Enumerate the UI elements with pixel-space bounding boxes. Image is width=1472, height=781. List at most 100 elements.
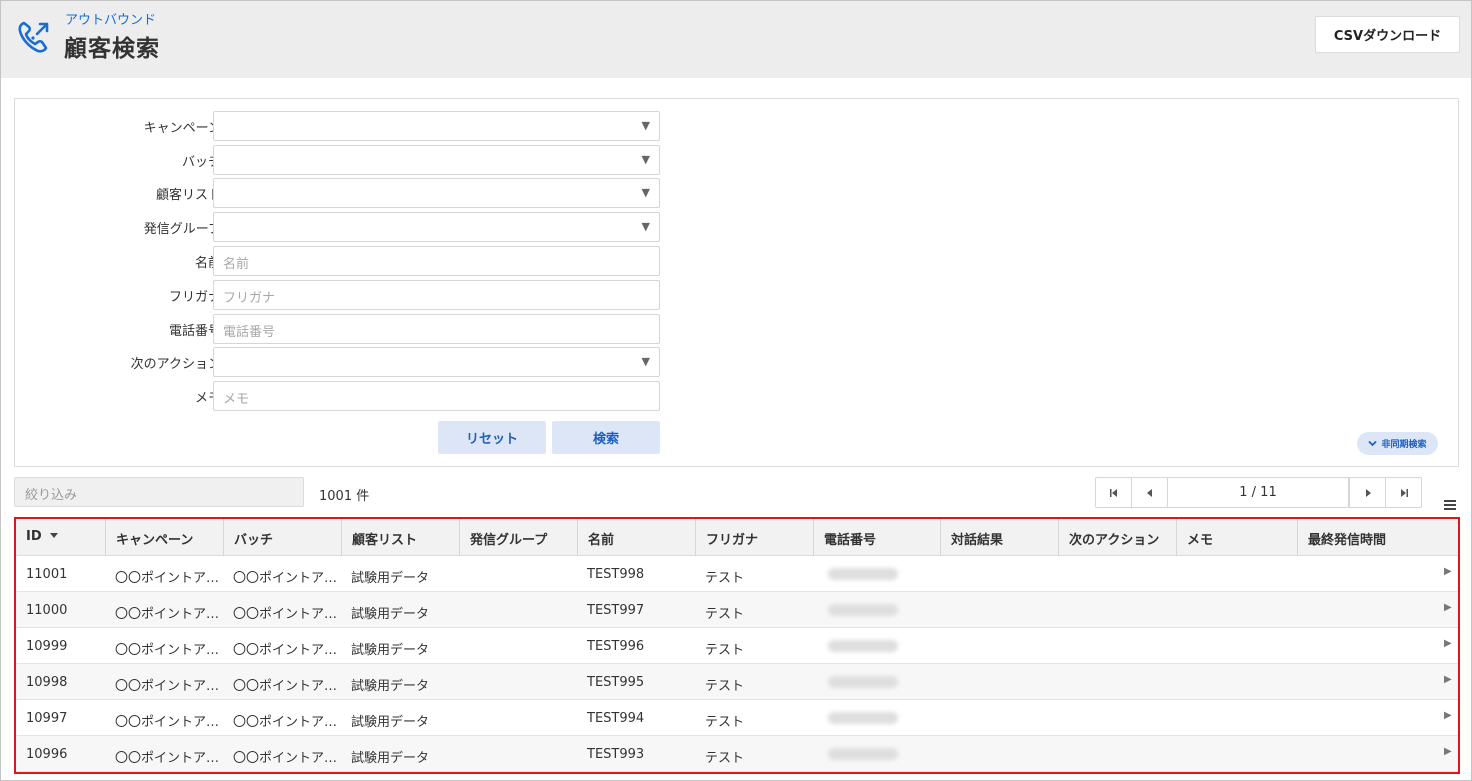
form-row-furigana: フリガナ フリガナ	[15, 280, 675, 310]
call-group-select[interactable]: ▼	[213, 212, 660, 242]
column-header-campaign[interactable]: キャンペーン	[105, 519, 223, 556]
cell-phone-redacted	[828, 748, 898, 760]
table-header: ID キャンペーン バッチ 顧客リスト 発信グループ 名前 フリガナ 電話番号 …	[16, 519, 1458, 556]
dropdown-caret-icon: ▼	[641, 186, 650, 199]
cell-campaign: 〇〇ポイントア…	[115, 679, 220, 694]
batch-select[interactable]: ▼	[213, 145, 660, 175]
cell-campaign: 〇〇ポイントア…	[115, 643, 220, 658]
column-header-next-action[interactable]: 次のアクション	[1058, 519, 1176, 556]
last-page-button[interactable]	[1385, 478, 1421, 507]
async-search-toggle[interactable]: 非同期検索	[1357, 432, 1438, 455]
campaign-select[interactable]: ▼	[213, 111, 660, 141]
column-header-phone[interactable]: 電話番号	[813, 519, 940, 556]
cell-name: TEST998	[587, 567, 645, 582]
cell-batch: 〇〇ポイントア…	[233, 751, 338, 766]
filter-input[interactable]: 絞り込み	[14, 477, 304, 507]
customer-list-select[interactable]: ▼	[213, 178, 660, 208]
table-row[interactable]: 10996 〇〇ポイントア… 〇〇ポイントア… 試験用データ TEST993 テ…	[16, 736, 1458, 772]
cell-furigana: テスト	[705, 715, 745, 730]
cell-id: 10996	[26, 747, 68, 762]
furigana-input[interactable]: フリガナ	[213, 280, 660, 310]
page-subtitle: アウトバウンド	[65, 13, 157, 28]
page-title: 顧客検索	[64, 36, 160, 62]
next-page-button[interactable]	[1349, 478, 1385, 507]
first-page-icon	[1109, 488, 1117, 497]
reset-button[interactable]: リセット	[438, 421, 546, 454]
cell-batch: 〇〇ポイントア…	[233, 607, 338, 622]
cell-name: TEST995	[587, 675, 645, 690]
async-search-label: 非同期検索	[1381, 440, 1427, 450]
row-expand-icon[interactable]: ▶	[1444, 602, 1452, 613]
form-row-phone: 電話番号 電話番号	[15, 314, 675, 344]
cell-furigana: テスト	[705, 679, 745, 694]
input-placeholder: 名前	[223, 257, 250, 272]
column-header-name[interactable]: 名前	[577, 519, 695, 556]
field-label: 次のアクション	[130, 357, 221, 372]
pagination: 1 / 11	[1095, 477, 1422, 508]
next-action-select[interactable]: ▼	[213, 347, 660, 377]
form-row-memo: メモ メモ	[15, 381, 675, 411]
cell-phone-redacted	[828, 676, 898, 688]
cell-customer-list: 試験用データ	[351, 715, 430, 730]
row-expand-icon[interactable]: ▶	[1444, 566, 1452, 577]
cell-customer-list: 試験用データ	[351, 607, 430, 622]
column-menu-icon[interactable]	[1444, 500, 1456, 512]
column-header-memo[interactable]: メモ	[1176, 519, 1297, 556]
next-page-icon	[1365, 488, 1371, 497]
row-expand-icon[interactable]: ▶	[1444, 638, 1452, 649]
table-row[interactable]: 10997 〇〇ポイントア… 〇〇ポイントア… 試験用データ TEST994 テ…	[16, 700, 1458, 736]
column-header-call-result[interactable]: 対話結果	[940, 519, 1058, 556]
cell-campaign: 〇〇ポイントア…	[115, 751, 220, 766]
cell-customer-list: 試験用データ	[351, 751, 430, 766]
input-placeholder: 電話番号	[223, 325, 276, 340]
cell-furigana: テスト	[705, 643, 745, 658]
row-expand-icon[interactable]: ▶	[1444, 746, 1452, 757]
phone-input[interactable]: 電話番号	[213, 314, 660, 344]
cell-id: 10998	[26, 675, 68, 690]
form-row-batch: バッチ ▼	[15, 145, 675, 175]
phone-outbound-icon	[18, 21, 49, 53]
dropdown-caret-icon: ▼	[641, 355, 650, 368]
column-header-last-call-time[interactable]: 最終発信時間	[1297, 519, 1458, 556]
cell-campaign: 〇〇ポイントア…	[115, 607, 220, 622]
field-label: キャンペーン	[143, 121, 221, 136]
first-page-button[interactable]	[1096, 478, 1132, 507]
column-header-batch[interactable]: バッチ	[223, 519, 341, 556]
cell-name: TEST997	[587, 603, 645, 618]
memo-input[interactable]: メモ	[213, 381, 660, 411]
cell-customer-list: 試験用データ	[351, 571, 430, 586]
column-header-id[interactable]: ID	[16, 519, 105, 556]
csv-download-button[interactable]: CSVダウンロード	[1315, 16, 1460, 53]
prev-page-button[interactable]	[1132, 478, 1168, 507]
name-input[interactable]: 名前	[213, 246, 660, 276]
column-header-furigana[interactable]: フリガナ	[695, 519, 813, 556]
input-placeholder: メモ	[223, 392, 250, 407]
dropdown-caret-icon: ▼	[641, 220, 650, 233]
table-row[interactable]: 11001 〇〇ポイントア… 〇〇ポイントア… 試験用データ TEST998 テ…	[16, 556, 1458, 592]
dropdown-caret-icon: ▼	[641, 153, 650, 166]
cell-batch: 〇〇ポイントア…	[233, 643, 338, 658]
table-row[interactable]: 11000 〇〇ポイントア… 〇〇ポイントア… 試験用データ TEST997 テ…	[16, 592, 1458, 628]
dropdown-caret-icon: ▼	[641, 119, 650, 132]
cell-id: 11001	[26, 567, 68, 582]
input-placeholder: フリガナ	[223, 291, 276, 306]
cell-furigana: テスト	[705, 751, 745, 766]
cell-batch: 〇〇ポイントア…	[233, 571, 338, 586]
last-page-icon	[1400, 488, 1408, 497]
cell-campaign: 〇〇ポイントア…	[115, 715, 220, 730]
column-header-customer-list[interactable]: 顧客リスト	[341, 519, 459, 556]
row-expand-icon[interactable]: ▶	[1444, 710, 1452, 721]
cell-furigana: テスト	[705, 571, 745, 586]
table-row[interactable]: 10998 〇〇ポイントア… 〇〇ポイントア… 試験用データ TEST995 テ…	[16, 664, 1458, 700]
cell-phone-redacted	[828, 568, 898, 580]
column-header-call-group[interactable]: 発信グループ	[459, 519, 577, 556]
search-button[interactable]: 検索	[552, 421, 660, 454]
cell-customer-list: 試験用データ	[351, 679, 430, 694]
form-row-name: 名前 名前	[15, 246, 675, 276]
cell-id: 10999	[26, 639, 68, 654]
row-expand-icon[interactable]: ▶	[1444, 674, 1452, 685]
cell-batch: 〇〇ポイントア…	[233, 715, 338, 730]
cell-id: 10997	[26, 711, 68, 726]
table-row[interactable]: 10999 〇〇ポイントア… 〇〇ポイントア… 試験用データ TEST996 テ…	[16, 628, 1458, 664]
cell-campaign: 〇〇ポイントア…	[115, 571, 220, 586]
